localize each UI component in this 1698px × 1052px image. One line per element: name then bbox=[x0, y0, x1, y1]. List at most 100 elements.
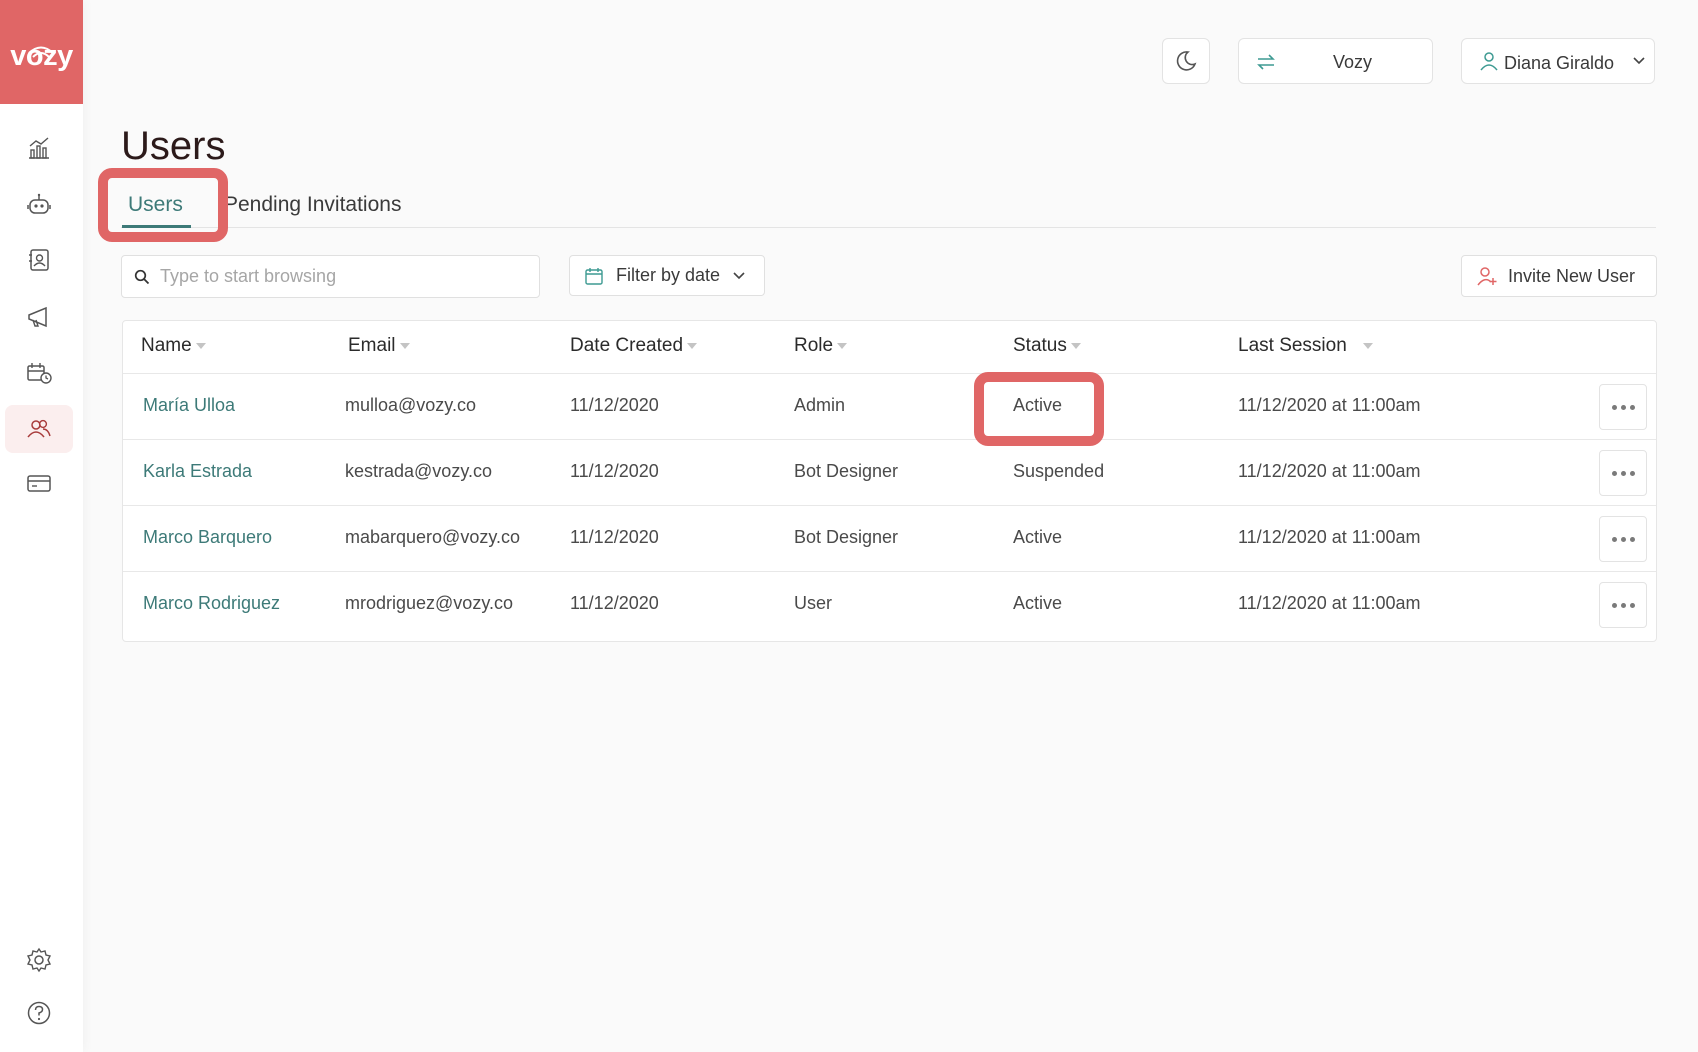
sidebar-item-help[interactable] bbox=[5, 989, 73, 1037]
contacts-icon bbox=[29, 249, 49, 271]
analytics-icon bbox=[29, 137, 49, 159]
user-name-link[interactable]: Marco Rodriguez bbox=[143, 593, 280, 614]
invite-label: Invite New User bbox=[1508, 265, 1636, 286]
add-user-icon bbox=[1477, 267, 1497, 286]
row-actions-button[interactable] bbox=[1599, 516, 1647, 562]
more-icon bbox=[1611, 536, 1617, 542]
more-icon bbox=[1611, 404, 1617, 410]
users-table: Name Email Date Created Role Status Last… bbox=[122, 320, 1657, 642]
more-icon bbox=[1611, 470, 1617, 476]
search-box bbox=[121, 255, 540, 298]
page-title: Users bbox=[121, 124, 226, 168]
campaign-icon bbox=[28, 306, 47, 328]
column-header-status[interactable]: Status bbox=[1013, 334, 1081, 358]
calendar-icon bbox=[585, 267, 603, 285]
table-row: Karla Estrada kestrada@vozy.co 11/12/202… bbox=[123, 439, 1656, 505]
more-icon bbox=[1629, 404, 1635, 410]
column-label: Role bbox=[794, 335, 834, 356]
date-created: 11/12/2020 bbox=[570, 527, 659, 547]
more-icon bbox=[1620, 470, 1626, 476]
last-session: 11/12/2020 at 11:00am bbox=[1238, 395, 1421, 415]
highlight-users-tab bbox=[98, 168, 228, 242]
column-label: Email bbox=[348, 335, 396, 356]
sort-arrow-icon bbox=[687, 343, 698, 349]
billing-icon bbox=[27, 475, 51, 492]
sidebar: vozy bbox=[0, 0, 83, 1052]
search-input[interactable] bbox=[160, 266, 520, 287]
status-badge: Active bbox=[1013, 593, 1063, 613]
user-name: Diana Giraldo bbox=[1504, 53, 1615, 73]
sidebar-item-bots[interactable] bbox=[5, 181, 73, 229]
user-menu-button[interactable]: Diana Giraldo bbox=[1461, 38, 1655, 84]
wave-icon bbox=[28, 46, 54, 58]
more-icon bbox=[1611, 602, 1617, 608]
filter-by-date-dropdown[interactable]: Filter by date bbox=[569, 255, 765, 296]
row-actions-button[interactable] bbox=[1599, 384, 1647, 430]
highlight-status-active bbox=[974, 372, 1104, 446]
more-icon bbox=[1620, 536, 1626, 542]
last-session: 11/12/2020 at 11:00am bbox=[1238, 461, 1421, 481]
gear-icon bbox=[26, 947, 52, 973]
moon-icon bbox=[1176, 51, 1197, 71]
date-created: 11/12/2020 bbox=[570, 395, 659, 415]
user-icon bbox=[1480, 52, 1498, 71]
user-name-link[interactable]: María Ulloa bbox=[143, 395, 235, 416]
users-icon bbox=[27, 419, 51, 438]
row-actions-button[interactable] bbox=[1599, 582, 1647, 628]
column-label: Status bbox=[1013, 335, 1067, 356]
swap-icon bbox=[1257, 54, 1275, 70]
filter-label: Filter by date bbox=[616, 265, 721, 285]
tabs-divider bbox=[121, 227, 1656, 228]
sort-arrow-icon bbox=[399, 343, 410, 349]
sort-arrow-icon bbox=[1362, 343, 1373, 349]
column-header-role[interactable]: Role bbox=[794, 334, 848, 358]
last-session: 11/12/2020 at 11:00am bbox=[1238, 527, 1421, 547]
sort-arrow-icon bbox=[1070, 343, 1081, 349]
user-name-link[interactable]: Marco Barquero bbox=[143, 527, 272, 548]
more-icon bbox=[1629, 470, 1635, 476]
user-role: Bot Designer bbox=[794, 527, 899, 547]
sidebar-item-billing[interactable] bbox=[5, 459, 73, 507]
sidebar-item-schedule[interactable] bbox=[5, 348, 73, 396]
table-row: Marco Barquero mabarquero@vozy.co 11/12/… bbox=[123, 505, 1656, 571]
sidebar-item-users[interactable] bbox=[5, 405, 73, 453]
chevron-down-icon bbox=[1633, 57, 1645, 65]
chevron-down-icon bbox=[733, 271, 745, 279]
user-role: Bot Designer bbox=[794, 461, 899, 481]
table-row: María Ulloa mulloa@vozy.co 11/12/2020 Ad… bbox=[123, 373, 1656, 439]
sidebar-item-contacts[interactable] bbox=[5, 236, 73, 284]
invite-new-user-button[interactable]: Invite New User bbox=[1461, 255, 1657, 297]
more-icon bbox=[1620, 602, 1626, 608]
help-icon bbox=[27, 1001, 51, 1025]
more-icon bbox=[1629, 602, 1635, 608]
search-icon bbox=[134, 269, 150, 284]
column-header-email[interactable]: Email bbox=[348, 334, 410, 358]
date-created: 11/12/2020 bbox=[570, 593, 659, 613]
user-email: kestrada@vozy.co bbox=[345, 461, 492, 481]
bot-icon bbox=[27, 193, 51, 214]
column-header-name[interactable]: Name bbox=[141, 334, 206, 358]
schedule-icon bbox=[27, 363, 52, 384]
status-badge: Active bbox=[1013, 527, 1063, 547]
sidebar-item-settings[interactable] bbox=[5, 936, 73, 984]
column-label: Name bbox=[141, 335, 192, 356]
organization-label: Vozy bbox=[1333, 52, 1373, 72]
column-label: Date Created bbox=[570, 335, 684, 356]
last-session: 11/12/2020 at 11:00am bbox=[1238, 593, 1421, 613]
theme-toggle-button[interactable] bbox=[1162, 38, 1210, 84]
column-label: Last Session bbox=[1238, 335, 1347, 356]
more-icon bbox=[1620, 404, 1626, 410]
organization-switcher[interactable]: Vozy bbox=[1238, 38, 1433, 84]
column-header-last-session[interactable]: Last Session bbox=[1238, 334, 1373, 358]
user-role: Admin bbox=[794, 395, 846, 415]
status-badge: Suspended bbox=[1013, 461, 1105, 481]
user-name-link[interactable]: Karla Estrada bbox=[143, 461, 252, 482]
tab-pending-invitations[interactable]: Pending Invitations bbox=[224, 193, 401, 217]
user-role: User bbox=[794, 593, 833, 613]
sidebar-item-campaigns[interactable] bbox=[5, 293, 73, 341]
column-header-date-created[interactable]: Date Created bbox=[570, 334, 698, 358]
vozy-logo[interactable]: vozy bbox=[0, 0, 83, 104]
user-email: mrodriguez@vozy.co bbox=[345, 593, 513, 613]
sidebar-item-analytics[interactable] bbox=[5, 124, 73, 172]
row-actions-button[interactable] bbox=[1599, 450, 1647, 496]
